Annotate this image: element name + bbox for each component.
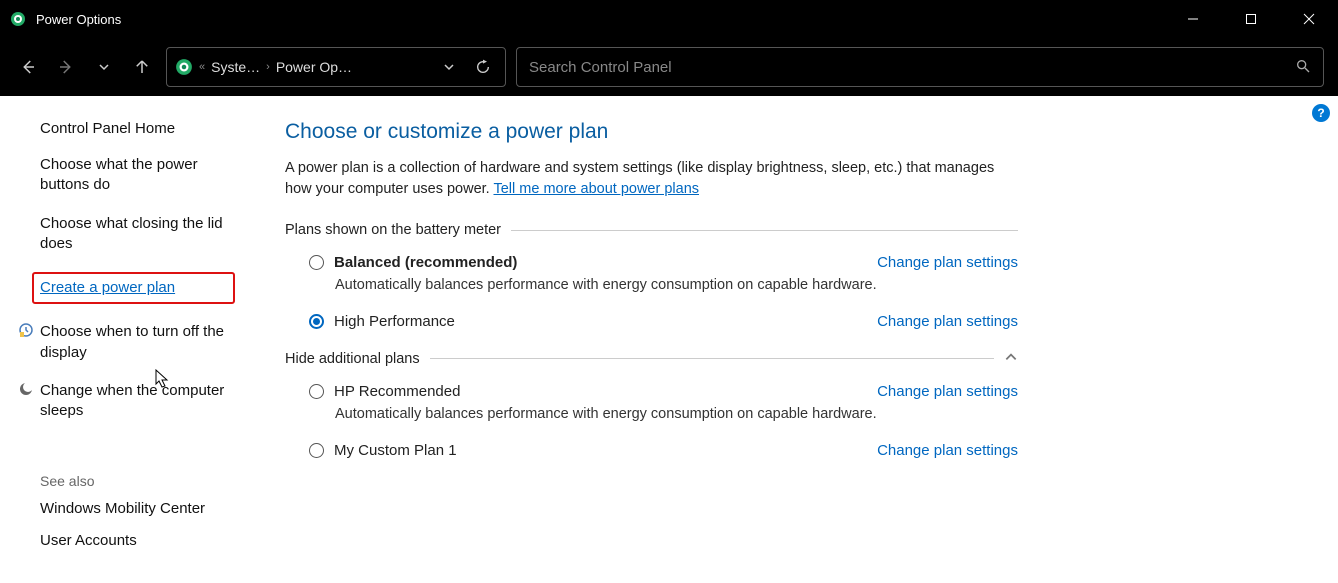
radio-balanced[interactable] bbox=[309, 255, 324, 270]
see-also-header: See also bbox=[40, 473, 235, 489]
hide-additional-plans-label[interactable]: Hide additional plans bbox=[285, 351, 420, 367]
plan-balanced: Balanced (recommended) Change plan setti… bbox=[285, 252, 1018, 299]
breadcrumb-icon bbox=[175, 58, 193, 76]
sidebar-link-closing-lid[interactable]: Choose what closing the lid does bbox=[40, 214, 235, 255]
sidebar-link-turn-off-display[interactable]: Choose when to turn off the display bbox=[40, 322, 235, 363]
breadcrumb-crumb-2[interactable]: Power Op… bbox=[276, 59, 352, 75]
breadcrumb-parent-chevron: « bbox=[199, 61, 205, 73]
plan-custom-1: My Custom Plan 1 Change plan settings bbox=[285, 440, 1018, 465]
sidebar-link-computer-sleeps[interactable]: Change when the computer sleeps bbox=[40, 381, 235, 422]
control-panel-home-link[interactable]: Control Panel Home bbox=[40, 120, 235, 137]
window-title: Power Options bbox=[36, 12, 121, 27]
plan-high-performance-name[interactable]: High Performance bbox=[334, 313, 455, 330]
change-settings-hp[interactable]: Change plan settings bbox=[877, 383, 1018, 400]
content: ? Control Panel Home Choose what the pow… bbox=[0, 96, 1338, 583]
main-panel: Choose or customize a power plan A power… bbox=[255, 96, 1338, 583]
maximize-button[interactable] bbox=[1222, 0, 1280, 38]
breadcrumb-crumb-1[interactable]: Syste… bbox=[211, 59, 260, 75]
close-button[interactable] bbox=[1280, 0, 1338, 38]
see-also-mobility-center[interactable]: Windows Mobility Center bbox=[40, 499, 235, 519]
section-plans-label: Plans shown on the battery meter bbox=[285, 222, 1018, 238]
sidebar-link-create-power-plan-text[interactable]: Create a power plan bbox=[40, 279, 175, 296]
search-box[interactable] bbox=[516, 47, 1324, 87]
plan-hp-recommended-desc: Automatically balances performance with … bbox=[335, 406, 1018, 422]
radio-high-performance[interactable] bbox=[309, 314, 324, 329]
chevron-up-icon[interactable] bbox=[1004, 350, 1018, 367]
plan-hp-recommended: HP Recommended Change plan settings Auto… bbox=[285, 381, 1018, 428]
app-icon bbox=[10, 11, 26, 27]
forward-button[interactable] bbox=[52, 53, 80, 81]
breadcrumb[interactable]: « Syste… › Power Op… bbox=[166, 47, 506, 87]
change-settings-custom-1[interactable]: Change plan settings bbox=[877, 442, 1018, 459]
sidebar-link-power-buttons[interactable]: Choose what the power buttons do bbox=[40, 155, 235, 196]
plan-hp-recommended-name[interactable]: HP Recommended bbox=[334, 383, 460, 400]
refresh-button[interactable] bbox=[469, 53, 497, 81]
recent-dropdown[interactable] bbox=[90, 53, 118, 81]
clock-shield-icon bbox=[18, 322, 34, 338]
search-icon[interactable] bbox=[1295, 58, 1311, 77]
sidebar-link-create-power-plan[interactable]: Create a power plan bbox=[32, 272, 235, 304]
see-also-user-accounts[interactable]: User Accounts bbox=[40, 531, 235, 551]
page-description: A power plan is a collection of hardware… bbox=[285, 158, 1018, 200]
sidebar: Control Panel Home Choose what the power… bbox=[0, 96, 255, 583]
plan-high-performance: High Performance Change plan settings bbox=[285, 311, 1018, 336]
moon-icon bbox=[18, 381, 34, 397]
radio-hp-recommended[interactable] bbox=[309, 384, 324, 399]
change-settings-balanced[interactable]: Change plan settings bbox=[877, 254, 1018, 271]
plan-balanced-name[interactable]: Balanced (recommended) bbox=[334, 254, 517, 271]
learn-more-link[interactable]: Tell me more about power plans bbox=[493, 181, 699, 197]
navbar: « Syste… › Power Op… bbox=[0, 38, 1338, 96]
back-button[interactable] bbox=[14, 53, 42, 81]
chevron-right-icon: › bbox=[266, 61, 270, 73]
plan-custom-1-name[interactable]: My Custom Plan 1 bbox=[334, 442, 457, 459]
search-input[interactable] bbox=[529, 59, 1295, 76]
breadcrumb-dropdown[interactable] bbox=[435, 53, 463, 81]
titlebar: Power Options bbox=[0, 0, 1338, 38]
minimize-button[interactable] bbox=[1164, 0, 1222, 38]
section-plans-label-text: Plans shown on the battery meter bbox=[285, 222, 501, 238]
plan-balanced-desc: Automatically balances performance with … bbox=[335, 277, 1018, 293]
page-title: Choose or customize a power plan bbox=[285, 120, 1018, 144]
change-settings-high-performance[interactable]: Change plan settings bbox=[877, 313, 1018, 330]
up-button[interactable] bbox=[128, 53, 156, 81]
radio-custom-1[interactable] bbox=[309, 443, 324, 458]
